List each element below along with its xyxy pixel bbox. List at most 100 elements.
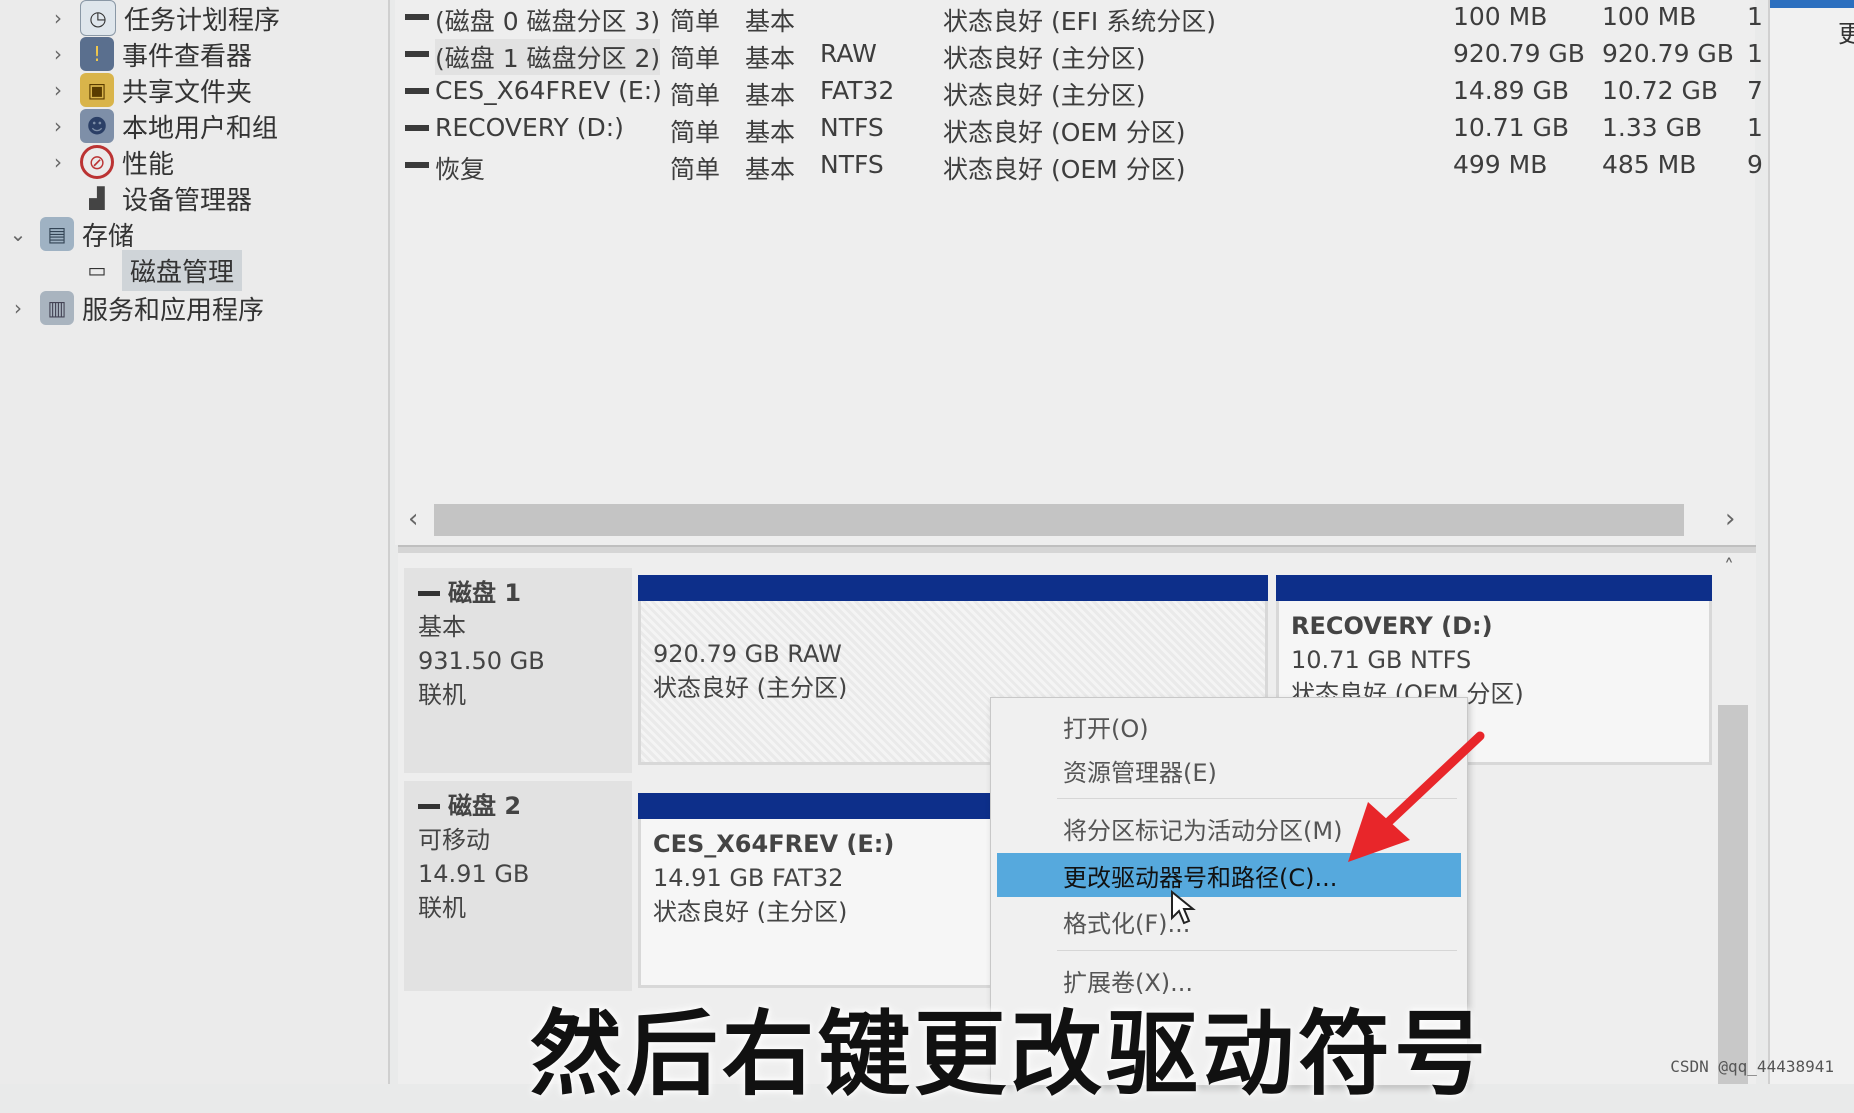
volume-layout: 简单 xyxy=(670,44,721,73)
actions-pane-header xyxy=(1770,0,1854,8)
tree-item-storage[interactable]: ⌄ ▤ 存储 xyxy=(6,216,134,252)
volume-capacity: 14.89 GB xyxy=(1453,76,1570,105)
volume-free-space: 10.72 GB xyxy=(1602,76,1719,105)
volume-type: 基本 xyxy=(745,7,796,36)
chevron-down-icon[interactable]: ⌄ xyxy=(6,222,30,246)
tree-item-label: 存储 xyxy=(82,221,135,252)
volume-name: RECOVERY (D:) xyxy=(435,113,624,142)
volume-type: 基本 xyxy=(745,118,796,147)
disk-management-icon: ▭ xyxy=(87,258,107,282)
disk-size: 14.91 GB xyxy=(418,860,530,888)
vertical-scrollbar[interactable]: ˄ xyxy=(1718,555,1748,1084)
volume-free-percent: 1 xyxy=(1747,2,1763,31)
disk-2-label[interactable]: 磁盘 2 可移动 14.91 GB 联机 xyxy=(404,781,632,991)
volume-capacity: 10.71 GB xyxy=(1453,113,1570,142)
volume-filesystem: NTFS xyxy=(820,113,884,142)
tree-item-label: 任务计划程序 xyxy=(124,5,281,36)
tree-item-performance[interactable]: › ⊘ 性能 xyxy=(46,144,174,180)
volume-name: (磁盘 1 磁盘分区 2) xyxy=(435,39,661,75)
volume-type: 基本 xyxy=(745,44,796,73)
shared-folder-icon: ▣ xyxy=(80,73,114,107)
chevron-right-icon[interactable]: › xyxy=(6,296,30,320)
volume-icon xyxy=(405,14,429,20)
tree-item-disk-management[interactable]: ▭ 磁盘管理 xyxy=(46,249,243,291)
volume-icon xyxy=(405,51,429,57)
chevron-right-icon[interactable]: › xyxy=(46,78,70,102)
volume-name: 恢复 xyxy=(435,155,486,184)
partition-size: 10.71 GB NTFS xyxy=(1291,646,1472,674)
table-row[interactable]: (磁盘 1 磁盘分区 2) 简单 基本 RAW 状态良好 (主分区) 920.7… xyxy=(395,37,1763,75)
partition-size: 920.79 GB RAW xyxy=(653,640,842,668)
console-tree: › ◷ 任务计划程序 › ! 事件查看器 › ▣ 共享文件夹 › ☻ 本地用户和… xyxy=(0,0,390,1084)
chevron-right-icon[interactable]: › xyxy=(46,114,70,138)
volume-status: 状态良好 (OEM 分区) xyxy=(943,155,1186,184)
volume-status: 状态良好 (主分区) xyxy=(943,81,1146,110)
horizontal-scrollbar[interactable]: ‹ › xyxy=(400,500,1755,540)
volume-list: (磁盘 0 磁盘分区 3) 简单 基本 状态良好 (EFI 系统分区) 100 … xyxy=(395,0,1763,545)
tree-item-services-apps[interactable]: › ▥ 服务和应用程序 xyxy=(6,290,264,326)
partition-bar xyxy=(1276,575,1712,601)
partition-bar xyxy=(638,575,1268,601)
tree-item-label: 事件查看器 xyxy=(122,41,253,72)
video-caption: 然后右键更改驱动符号 xyxy=(530,1001,1491,1108)
volume-name: (磁盘 0 磁盘分区 3) xyxy=(435,7,661,36)
actions-pane: 更 xyxy=(1768,0,1854,1084)
menu-separator xyxy=(1057,950,1457,951)
tree-item-label: 性能 xyxy=(122,149,175,180)
volume-status: 状态良好 (EFI 系统分区) xyxy=(943,7,1216,36)
tree-item-label: 本地用户和组 xyxy=(122,113,279,144)
volume-free-percent: 1 xyxy=(1747,113,1763,142)
table-row[interactable]: RECOVERY (D:) 简单 基本 NTFS 状态良好 (OEM 分区) 1… xyxy=(395,111,1763,147)
volume-free-space: 485 MB xyxy=(1602,150,1697,179)
disk-size: 931.50 GB xyxy=(418,647,545,675)
table-row[interactable]: (磁盘 0 磁盘分区 3) 简单 基本 状态良好 (EFI 系统分区) 100 … xyxy=(395,0,1763,36)
tree-item-local-users[interactable]: › ☻ 本地用户和组 xyxy=(46,108,278,144)
volume-name: CES_X64FREV (E:) xyxy=(435,76,662,105)
scrollbar-thumb[interactable] xyxy=(434,504,1684,536)
volume-free-percent: 1 xyxy=(1747,39,1763,68)
volume-icon xyxy=(405,88,429,94)
volume-status: 状态良好 (OEM 分区) xyxy=(943,118,1186,147)
volume-capacity: 100 MB xyxy=(1453,2,1548,31)
chevron-right-icon[interactable]: › xyxy=(46,6,70,30)
services-icon: ▥ xyxy=(40,291,74,325)
volume-status: 状态良好 (主分区) xyxy=(943,44,1146,73)
actions-pane-text[interactable]: 更 xyxy=(1838,14,1854,49)
volume-type: 基本 xyxy=(745,155,796,184)
volume-filesystem: FAT32 xyxy=(820,76,895,105)
tree-item-event-viewer[interactable]: › ! 事件查看器 xyxy=(46,36,252,72)
disk-type: 可移动 xyxy=(418,826,490,854)
tree-item-device-manager[interactable]: ▟ 设备管理器 xyxy=(46,180,252,216)
tree-item-shared-folders[interactable]: › ▣ 共享文件夹 xyxy=(46,72,252,108)
volume-icon xyxy=(405,162,429,168)
chevron-right-icon[interactable]: › xyxy=(46,150,70,174)
scrollbar-thumb[interactable] xyxy=(1718,705,1748,1084)
disk-state: 联机 xyxy=(418,681,466,709)
volume-type: 基本 xyxy=(745,81,796,110)
volume-icon xyxy=(405,125,429,131)
tree-item-task-scheduler[interactable]: › ◷ 任务计划程序 xyxy=(46,0,280,36)
volume-filesystem: NTFS xyxy=(820,150,884,179)
tree-item-label: 磁盘管理 xyxy=(122,249,243,291)
scroll-right-icon[interactable]: › xyxy=(1725,504,1735,534)
table-row[interactable]: CES_X64FREV (E:) 简单 基本 FAT32 状态良好 (主分区) … xyxy=(395,74,1763,110)
volume-layout: 简单 xyxy=(670,155,721,184)
volume-free-percent: 9 xyxy=(1747,150,1763,179)
menu-item-format[interactable]: 格式化(F)... xyxy=(997,899,1461,943)
users-icon: ☻ xyxy=(80,109,114,143)
device-manager-icon: ▟ xyxy=(89,186,105,210)
volume-capacity: 920.79 GB xyxy=(1453,39,1585,68)
performance-icon: ⊘ xyxy=(80,145,114,179)
disk-1-label[interactable]: 磁盘 1 基本 931.50 GB 联机 xyxy=(404,568,632,773)
volume-filesystem: RAW xyxy=(820,39,877,68)
volume-layout: 简单 xyxy=(670,7,721,36)
volume-free-space: 920.79 GB xyxy=(1602,39,1734,68)
chevron-right-icon[interactable]: › xyxy=(46,42,70,66)
scroll-left-icon[interactable]: ‹ xyxy=(408,504,418,534)
disk-state: 联机 xyxy=(418,894,466,922)
table-row[interactable]: 恢复 简单 基本 NTFS 状态良好 (OEM 分区) 499 MB 485 M… xyxy=(395,148,1763,184)
partition-title: RECOVERY (D:) xyxy=(1291,612,1493,640)
volume-layout: 简单 xyxy=(670,81,721,110)
scroll-up-icon[interactable]: ˄ xyxy=(1724,555,1734,579)
mouse-cursor-icon xyxy=(1171,890,1196,925)
